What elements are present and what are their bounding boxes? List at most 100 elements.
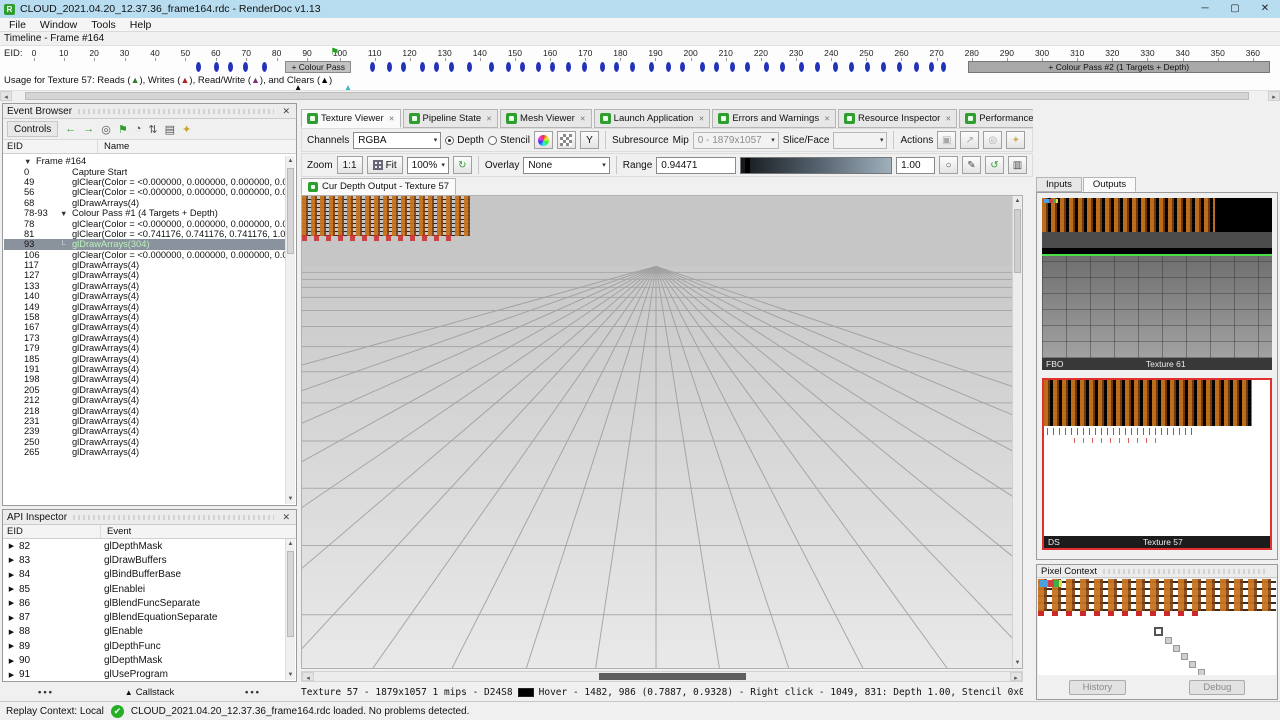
- event-marker[interactable]: [629, 62, 635, 72]
- expand-icon[interactable]: ▶: [4, 642, 19, 650]
- event-row[interactable]: 191 glDrawArrays(4): [4, 364, 285, 374]
- event-marker[interactable]: [369, 62, 375, 72]
- step-forward-icon[interactable]: →: [83, 123, 94, 135]
- scroll-up-icon[interactable]: ▲: [1013, 196, 1022, 206]
- reset-range-icon[interactable]: ↺: [985, 156, 1004, 174]
- zoom-select[interactable]: 100% ▾: [406, 156, 449, 174]
- open-resource-icon[interactable]: ◎: [983, 131, 1003, 149]
- splitter-grip[interactable]: •••: [38, 687, 54, 698]
- event-row[interactable]: 205 glDrawArrays(4): [4, 385, 285, 395]
- event-marker[interactable]: [488, 62, 494, 72]
- stencil-radio[interactable]: Stencil: [487, 135, 530, 146]
- event-row[interactable]: 173 glDrawArrays(4): [4, 333, 285, 343]
- event-marker[interactable]: [833, 62, 839, 72]
- scroll-up-icon[interactable]: ▲: [286, 539, 295, 549]
- event-marker[interactable]: [519, 62, 525, 72]
- tab-close-icon[interactable]: ✕: [389, 115, 395, 123]
- event-marker[interactable]: [665, 62, 671, 72]
- api-call-row[interactable]: ▶ 87 glBlendEquationSeparate: [4, 610, 285, 624]
- event-marker[interactable]: [386, 62, 392, 72]
- expand-icon[interactable]: ▶: [4, 542, 19, 550]
- panel-grip[interactable]: [73, 514, 275, 520]
- event-marker[interactable]: [600, 62, 606, 72]
- event-row[interactable]: 140 glDrawArrays(4): [4, 291, 285, 301]
- fit-button[interactable]: Fit: [366, 156, 403, 174]
- auto-fit-icon[interactable]: ↻: [452, 156, 472, 174]
- panel-grip[interactable]: [1102, 568, 1267, 574]
- timeline-scrollbar[interactable]: ◂ ▸: [0, 90, 1280, 101]
- event-marker[interactable]: [550, 62, 556, 72]
- event-marker[interactable]: [419, 62, 425, 72]
- tab-performance-counter-viewer[interactable]: Performance Counter Viewer ✕: [959, 109, 1033, 128]
- scroll-thumb[interactable]: [1014, 209, 1021, 273]
- scroll-down-icon[interactable]: ▼: [1013, 658, 1022, 668]
- maximize-button[interactable]: ▢: [1220, 0, 1250, 18]
- find-icon[interactable]: ◎: [101, 123, 111, 136]
- event-row[interactable]: 93 └ glDrawArrays(304): [4, 239, 285, 250]
- expand-icon[interactable]: ▶: [4, 599, 19, 607]
- range-slider[interactable]: [740, 156, 893, 174]
- debug-button[interactable]: Debug: [1189, 680, 1246, 695]
- event-marker[interactable]: [195, 62, 201, 72]
- tab-close-icon[interactable]: ✕: [486, 115, 492, 123]
- tab-close-icon[interactable]: ✕: [945, 115, 951, 123]
- event-row[interactable]: 179 glDrawArrays(4): [4, 343, 285, 353]
- api-call-row[interactable]: ▶ 91 glUseProgram: [4, 668, 285, 680]
- column-name[interactable]: Name: [98, 141, 129, 152]
- goto-pixel-icon[interactable]: ↗: [960, 131, 980, 149]
- event-row[interactable]: 49 glClear(Color = <0.000000, 0.000000, …: [4, 177, 285, 187]
- expand-icon[interactable]: ▶: [4, 571, 19, 579]
- event-marker[interactable]: [565, 62, 571, 72]
- flip-y-button[interactable]: Y: [579, 131, 599, 149]
- api-call-row[interactable]: ▶ 89 glDepthFunc: [4, 639, 285, 653]
- zoom-1-1-button[interactable]: 1:1: [336, 156, 363, 174]
- callstack-label[interactable]: Callstack: [136, 687, 175, 698]
- event-row[interactable]: 117 glDrawArrays(4): [4, 260, 285, 270]
- viewport-vertical-scrollbar[interactable]: ▲ ▼: [1012, 196, 1022, 668]
- event-row[interactable]: 158 glDrawArrays(4): [4, 312, 285, 322]
- event-marker[interactable]: [764, 62, 770, 72]
- options-icon[interactable]: ✦: [182, 123, 191, 136]
- event-row[interactable]: 81 glClear(Color = <0.741176, 0.741176, …: [4, 229, 285, 239]
- tab-close-icon[interactable]: ✕: [698, 115, 704, 123]
- event-marker[interactable]: [648, 62, 654, 72]
- column-eid[interactable]: EID: [3, 140, 98, 153]
- event-marker[interactable]: [213, 62, 219, 72]
- event-marker[interactable]: [940, 62, 946, 72]
- timeline-scroll-thumb[interactable]: [24, 92, 1250, 100]
- minimize-button[interactable]: ─: [1190, 0, 1220, 18]
- api-call-row[interactable]: ▶ 83 glDrawBuffers: [4, 553, 285, 567]
- viewport-horizontal-scrollbar[interactable]: ◂ ▸: [301, 671, 1023, 682]
- event-row[interactable]: 218 glDrawArrays(4): [4, 405, 285, 416]
- event-row[interactable]: 78 glClear(Color = <0.000000, 0.000000, …: [4, 218, 285, 229]
- event-marker[interactable]: [865, 62, 871, 72]
- export-icon[interactable]: ⇅: [148, 123, 157, 136]
- tab-outputs[interactable]: Outputs: [1082, 177, 1137, 192]
- pixel-context-view[interactable]: [1038, 579, 1276, 675]
- range-max-input[interactable]: 1.00: [896, 156, 935, 174]
- tree-expand-icon[interactable]: ▼: [60, 209, 72, 218]
- tab-launch-application[interactable]: Launch Application ✕: [593, 109, 711, 128]
- api-call-row[interactable]: ▶ 86 glBlendFuncSeparate: [4, 596, 285, 610]
- event-row[interactable]: 239 glDrawArrays(4): [4, 426, 285, 436]
- depth-radio[interactable]: Depth: [445, 135, 484, 146]
- event-row[interactable]: 265 glDrawArrays(4): [4, 447, 285, 457]
- event-row[interactable]: 106 glClear(Color = <0.000000, 0.000000,…: [4, 250, 285, 260]
- colour-pass-2-marker[interactable]: + Colour Pass #2 (1 Targets + Depth): [967, 61, 1270, 73]
- event-marker[interactable]: [779, 62, 785, 72]
- menu-item[interactable]: File: [2, 19, 33, 31]
- texture-viewport[interactable]: ▲ ▼: [301, 195, 1023, 669]
- expand-icon[interactable]: ▶: [4, 556, 19, 564]
- event-row[interactable]: 127 glDrawArrays(4): [4, 270, 285, 280]
- event-row[interactable]: 68 glDrawArrays(4): [4, 198, 285, 208]
- panel-grip[interactable]: [78, 108, 275, 114]
- api-inspector-close-icon[interactable]: ✕: [280, 512, 292, 523]
- scroll-down-icon[interactable]: ▼: [286, 494, 295, 504]
- event-browser-scrollbar[interactable]: ▲ ▼: [285, 156, 295, 504]
- event-marker[interactable]: [449, 62, 455, 72]
- api-call-row[interactable]: ▶ 88 glEnable: [4, 625, 285, 639]
- scroll-up-icon[interactable]: ▲: [286, 156, 295, 166]
- colour-pass-marker[interactable]: + Colour Pass: [285, 61, 352, 73]
- api-call-row[interactable]: ▶ 85 glEnablei: [4, 582, 285, 596]
- checkerboard-background-icon[interactable]: [556, 131, 576, 149]
